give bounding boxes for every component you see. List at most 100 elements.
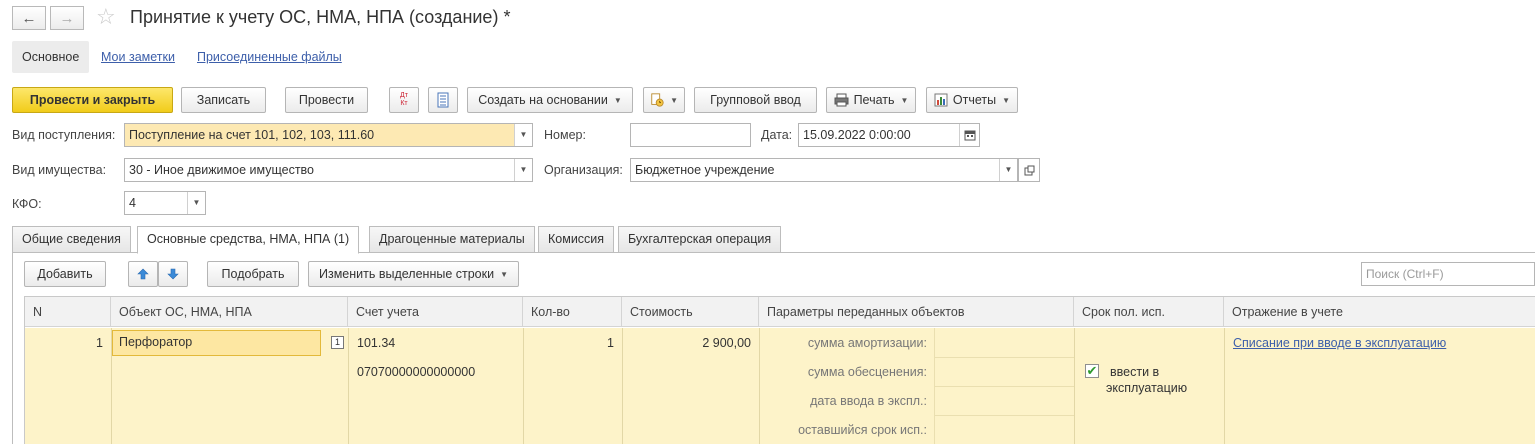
- tab-general-info[interactable]: Общие сведения: [12, 226, 131, 253]
- kfo-label: КФО:: [12, 197, 42, 211]
- add-row-label: Добавить: [37, 267, 93, 281]
- open-object-icon[interactable]: 1: [331, 336, 344, 349]
- arrow-up-icon: [137, 268, 149, 280]
- print-label: Печать: [853, 93, 895, 107]
- object-value: Перфоратор: [119, 335, 193, 349]
- chevron-down-icon: ▼: [500, 269, 509, 279]
- receipt-type-field[interactable]: Поступление на счет 101, 102, 103, 111.6…: [124, 123, 533, 147]
- tab-main[interactable]: Основное: [12, 41, 90, 73]
- commission-checkbox-label-1: ввести в: [1110, 365, 1160, 379]
- column-header-qty[interactable]: Кол-во: [523, 297, 622, 327]
- move-down-button[interactable]: [158, 261, 188, 287]
- column-header-reflection[interactable]: Отражение в учете: [1224, 297, 1535, 327]
- column-divider: [1224, 328, 1225, 444]
- tab-my-notes[interactable]: Мои заметки: [101, 41, 175, 73]
- organization-label: Организация:: [544, 163, 623, 177]
- move-up-button[interactable]: [128, 261, 158, 287]
- chevron-down-icon[interactable]: ▼: [514, 159, 532, 181]
- qty-value: 1: [607, 336, 614, 350]
- open-link-icon: [1024, 165, 1034, 175]
- property-type-label: Вид имущества:: [12, 163, 107, 177]
- post-and-close-label: Провести и закрыть: [29, 93, 156, 107]
- create-based-on-label: Создать на основании: [478, 93, 608, 107]
- param-label-commission-date: дата ввода в экспл.:: [810, 394, 927, 408]
- save-button[interactable]: Записать: [181, 87, 266, 113]
- param-label-impairment: сумма обесценения:: [807, 365, 927, 379]
- tab-fixed-assets[interactable]: Основные средства, НМА, НПА (1): [137, 226, 360, 254]
- property-type-field[interactable]: 30 - Иное движимое имущество ▼: [124, 158, 533, 182]
- commission-checkbox-label-2: эксплуатацию: [1106, 381, 1188, 395]
- column-header-cost[interactable]: Стоимость: [622, 297, 759, 327]
- attachments-menu-button[interactable]: ▼: [643, 87, 685, 113]
- date-value: 15.09.2022 0:00:00: [803, 128, 911, 142]
- column-header-term[interactable]: Срок пол. исп.: [1074, 297, 1224, 327]
- organization-value: Бюджетное учреждение: [635, 163, 775, 177]
- object-input[interactable]: Перфоратор: [112, 330, 321, 356]
- group-input-label: Групповой ввод: [710, 93, 801, 107]
- reports-button[interactable]: Отчеты ▼: [926, 87, 1018, 113]
- reports-label: Отчеты: [952, 93, 997, 107]
- number-field[interactable]: [630, 123, 751, 147]
- tab-attached-files[interactable]: Присоединенные файлы: [197, 41, 342, 73]
- dt-kt-button[interactable]: Дт Кт: [389, 87, 419, 113]
- report-chart-icon: [934, 93, 948, 107]
- column-header-n[interactable]: N: [25, 297, 111, 327]
- kfo-field[interactable]: 4 ▼: [124, 191, 206, 215]
- page-title: Принятие к учету ОС, НМА, НПА (создание)…: [130, 7, 511, 27]
- tab-accounting-operation[interactable]: Бухгалтерская операция: [618, 226, 782, 253]
- chevron-down-icon: ▼: [613, 95, 622, 105]
- post-button[interactable]: Провести: [285, 87, 368, 113]
- chevron-down-icon: ▼: [900, 95, 909, 105]
- organization-field[interactable]: Бюджетное учреждение ▼: [630, 158, 1018, 182]
- pick-label: Подобрать: [221, 267, 285, 281]
- create-based-on-button[interactable]: Создать на основании ▼: [467, 87, 633, 113]
- save-label: Записать: [196, 93, 251, 107]
- receipt-type-value: Поступление на счет 101, 102, 103, 111.6…: [129, 128, 375, 142]
- date-field[interactable]: 15.09.2022 0:00:00: [798, 123, 980, 147]
- list-button[interactable]: [428, 87, 458, 113]
- calendar-icon[interactable]: [959, 124, 979, 146]
- assets-table: N Объект ОС, НМА, НПА Счет учета Кол-во …: [24, 296, 1535, 444]
- chevron-down-icon[interactable]: ▼: [514, 124, 532, 146]
- param-divider: [934, 357, 1074, 358]
- param-column-divider: [934, 328, 935, 444]
- arrow-right-icon: →: [59, 9, 75, 27]
- search-input[interactable]: Поиск (Ctrl+F): [1361, 262, 1535, 286]
- chevron-down-icon: ▼: [670, 95, 678, 105]
- favorite-star-icon[interactable]: ☆: [96, 5, 116, 29]
- forward-button[interactable]: →: [50, 6, 84, 30]
- param-label-depreciation: сумма амортизации:: [807, 336, 927, 350]
- change-selected-rows-label: Изменить выделенные строки: [318, 267, 495, 281]
- column-header-params[interactable]: Параметры переданных объектов: [759, 297, 1074, 327]
- column-header-object[interactable]: Объект ОС, НМА, НПА: [111, 297, 348, 327]
- date-label: Дата:: [761, 128, 793, 142]
- commission-checkbox[interactable]: ✔: [1085, 364, 1099, 378]
- column-header-account[interactable]: Счет учета: [348, 297, 523, 327]
- number-label: Номер:: [544, 128, 586, 142]
- add-row-button[interactable]: Добавить: [24, 261, 106, 287]
- tab-precious-materials[interactable]: Драгоценные материалы: [369, 226, 535, 253]
- row-number: 1: [96, 336, 103, 350]
- column-divider: [348, 328, 349, 444]
- account-code-value: 07070000000000000: [357, 365, 476, 379]
- group-input-button[interactable]: Групповой ввод: [694, 87, 817, 113]
- param-divider: [934, 386, 1074, 387]
- arrow-left-icon: ←: [21, 9, 37, 27]
- change-selected-rows-button[interactable]: Изменить выделенные строки ▼: [308, 261, 519, 287]
- kfo-value: 4: [129, 196, 136, 210]
- chevron-down-icon[interactable]: ▼: [999, 159, 1017, 181]
- print-button[interactable]: Печать ▼: [826, 87, 916, 113]
- tab-commission[interactable]: Комиссия: [538, 226, 615, 253]
- arrow-down-icon: [167, 268, 179, 280]
- dt-kt-icon: Дт Кт: [400, 92, 408, 107]
- pick-button[interactable]: Подобрать: [207, 261, 299, 287]
- reflection-link[interactable]: Списание при вводе в эксплуатацию: [1233, 336, 1446, 350]
- document-clock-icon: [651, 93, 664, 107]
- open-organization-button[interactable]: [1018, 158, 1040, 182]
- cost-value: 2 900,00: [702, 336, 751, 350]
- back-button[interactable]: ←: [12, 6, 46, 30]
- post-and-close-button[interactable]: Провести и закрыть: [12, 87, 173, 113]
- printer-icon: [834, 93, 849, 107]
- chevron-down-icon[interactable]: ▼: [187, 192, 205, 214]
- account-value: 101.34: [357, 336, 396, 350]
